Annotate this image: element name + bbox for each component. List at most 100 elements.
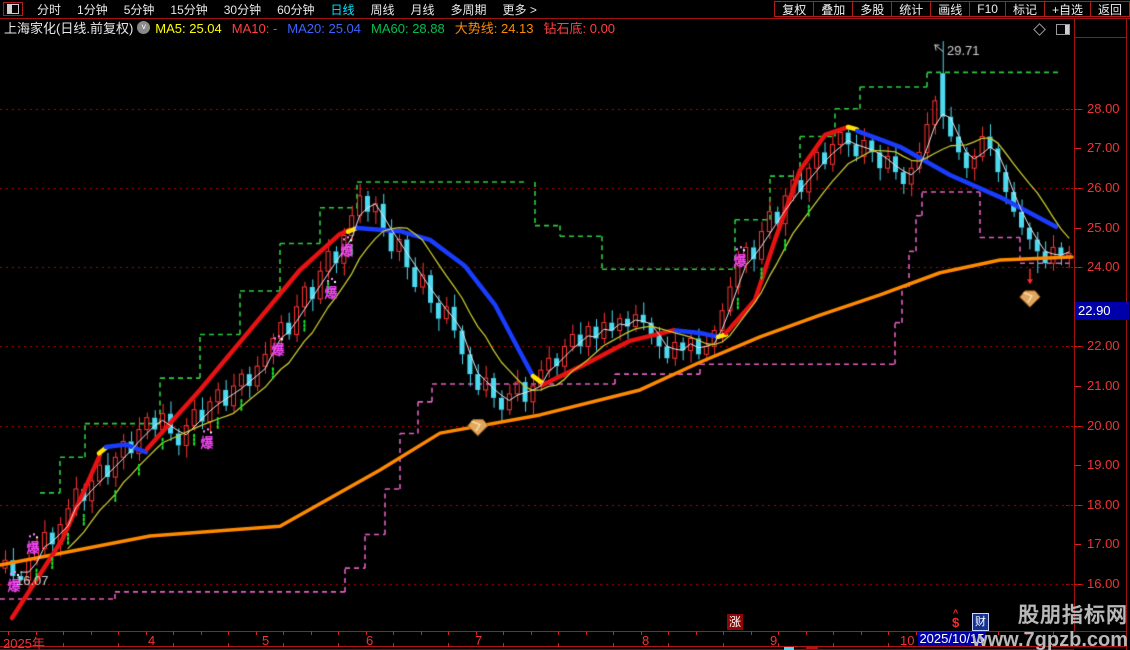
date-label-10: 10: [900, 633, 915, 648]
time-minor-tick: [723, 631, 724, 635]
chart-title: 上海家化(日线.前复权): [4, 21, 134, 36]
legend-item: MA60: 28.88: [371, 20, 445, 36]
grid-stub: [1066, 108, 1084, 110]
time-minor-tick: [888, 631, 889, 635]
time-minor-tick: [586, 631, 587, 635]
menu-item-多周期[interactable]: 多周期: [443, 1, 495, 18]
date-label-7: 7: [475, 633, 483, 648]
menu-button-统计[interactable]: 统计: [891, 1, 932, 17]
grid-stub: [1066, 425, 1084, 427]
legend-item: MA10: -: [231, 20, 278, 36]
price-label-26.00: 26.00: [1087, 180, 1120, 195]
price-label-17.00: 17.00: [1087, 536, 1120, 552]
time-minor-tick: [393, 631, 394, 635]
menu-item-5分钟[interactable]: 5分钟: [116, 1, 163, 18]
price-label-20.00: 20.00: [1087, 417, 1120, 433]
time-minor-tick: [421, 631, 422, 635]
time-minor-tick: [173, 631, 174, 635]
time-minor-tick: [558, 631, 559, 635]
time-minor-tick: [723, 643, 724, 647]
menu-button-标记[interactable]: 标记: [1004, 1, 1045, 17]
menu-item-分时[interactable]: 分时: [29, 1, 69, 18]
time-minor-tick: [833, 643, 834, 647]
menu-item-日线[interactable]: 日线: [322, 1, 362, 18]
axis-top-line: [1074, 37, 1126, 38]
date-label-9: 9: [770, 633, 778, 648]
time-minor-tick: [91, 631, 92, 635]
time-minor-tick: [751, 631, 752, 635]
time-minor-tick: [311, 631, 312, 635]
time-minor-tick: [503, 631, 504, 635]
time-minor-tick: [888, 643, 889, 647]
time-minor-tick: [118, 631, 119, 635]
menu-item-更多 >[interactable]: 更多 >: [495, 1, 545, 18]
time-minor-tick: [228, 631, 229, 635]
time-minor-tick: [146, 631, 147, 635]
price-label-24.00: 24.00: [1087, 259, 1120, 275]
price-tick: [1075, 544, 1081, 546]
price-label-27.00: 27.00: [1087, 140, 1120, 156]
menu-item-60分钟[interactable]: 60分钟: [269, 1, 322, 18]
time-minor-tick: [283, 643, 284, 647]
zhang-badge[interactable]: 涨: [727, 614, 743, 630]
time-axis-bottom-line: [0, 646, 1127, 647]
watermark: 股朋指标网 www.7gpzb.com: [972, 599, 1128, 650]
time-minor-tick: [256, 631, 257, 635]
time-minor-tick: [366, 631, 367, 635]
time-minor-tick: [503, 643, 504, 647]
menu-item-月线[interactable]: 月线: [403, 1, 443, 18]
menu-item-1分钟[interactable]: 1分钟: [69, 1, 116, 18]
dollar-icon[interactable]: ^ $: [952, 608, 959, 630]
time-minor-tick: [861, 631, 862, 635]
stock-chart-app: 分时 1分钟 5分钟 15分钟 30分钟 60分钟 日线 周线 月线 多周期 更多 > 复权 叠加 多股…: [0, 0, 1130, 650]
time-minor-tick: [63, 631, 64, 635]
menu-button-+自选[interactable]: +自选: [1043, 1, 1091, 17]
time-minor-tick: [393, 643, 394, 647]
menu-button-F10[interactable]: F10: [969, 1, 1006, 17]
menubar: 分时 1分钟 5分钟 15分钟 30分钟 60分钟 日线 周线 月线 多周期 更多 > 复权 叠加 多股…: [0, 0, 1130, 19]
legend-item: MA5: 25.04: [155, 20, 222, 36]
time-minor-tick: [283, 631, 284, 635]
time-minor-tick: [531, 631, 532, 635]
window-icon[interactable]: [3, 2, 23, 16]
menu-item-15分钟[interactable]: 15分钟: [162, 1, 215, 18]
price-label-25.00: 25.00: [1087, 219, 1120, 235]
time-minor-tick: [806, 631, 807, 635]
time-minor-tick: [696, 631, 697, 635]
menu-item-30分钟[interactable]: 30分钟: [216, 1, 269, 18]
time-minor-tick: [833, 631, 834, 635]
price-tick: [1075, 227, 1081, 229]
grid-stub: [1066, 504, 1084, 506]
time-minor-tick: [916, 631, 917, 635]
last-price-badge: 22.90: [1075, 301, 1129, 320]
price-label-16.00: 16.00: [1087, 576, 1120, 591]
menu-button-画线[interactable]: 画线: [930, 1, 971, 17]
time-minor-tick: [118, 643, 119, 647]
date-label-6: 6: [366, 633, 374, 648]
watermark-site-name: 股朋指标网: [1018, 604, 1128, 627]
time-minor-tick: [36, 631, 37, 635]
grid-stub: [1066, 267, 1084, 269]
menu-button-多股[interactable]: 多股: [852, 1, 893, 17]
grid-stub: [1066, 188, 1084, 189]
subpanel-fragment: [806, 647, 818, 649]
candlestick-chart[interactable]: [0, 37, 1074, 631]
price-tick: [1075, 148, 1081, 150]
time-minor-tick: [613, 643, 614, 647]
time-minor-tick: [8, 643, 9, 647]
menu-button-返回[interactable]: 返回: [1089, 1, 1130, 17]
menu-button-叠加[interactable]: 叠加: [813, 1, 854, 17]
panel-layout-icon[interactable]: [1056, 24, 1070, 35]
time-minor-tick: [8, 631, 9, 635]
price-label-19.00: 19.00: [1087, 457, 1120, 473]
diamond-outline-icon[interactable]: [1033, 23, 1046, 36]
time-minor-tick: [338, 643, 339, 647]
axis-divider: [1074, 18, 1075, 631]
titlebar: 上海家化(日线.前复权) ˅ MA5: 25.04 MA10: - MA20: 25…: [0, 18, 1130, 37]
menu-item-周线[interactable]: 周线: [362, 1, 402, 18]
price-label-21.00: 21.00: [1087, 378, 1120, 393]
chevron-down-icon[interactable]: ˅: [137, 21, 151, 34]
menu-button-复权[interactable]: 复权: [774, 1, 815, 17]
time-minor-tick: [201, 631, 202, 635]
time-minor-tick: [448, 643, 449, 647]
